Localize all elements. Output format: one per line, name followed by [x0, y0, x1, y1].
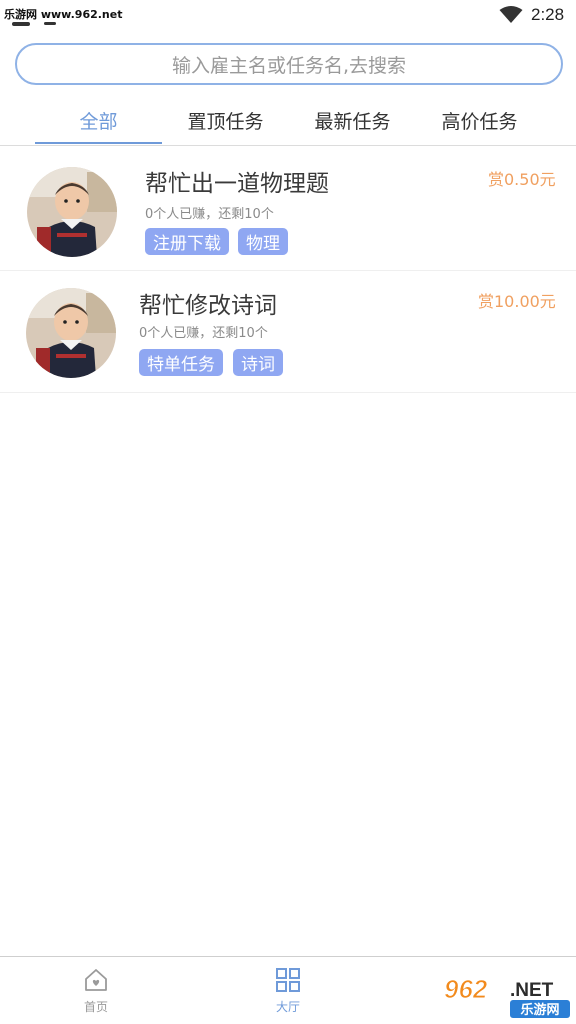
svg-text:.NET: .NET: [510, 980, 554, 1001]
nav-hall-label: 大厅: [275, 1000, 300, 1014]
employer-avatar: [27, 167, 117, 257]
tab-pinned[interactable]: 置顶任务: [162, 96, 289, 144]
tab-all[interactable]: 全部: [35, 96, 162, 144]
task-progress: 0个人已赚，还剩10个: [139, 326, 268, 341]
filter-tabs: 全部 置顶任务 最新任务 高价任务: [0, 96, 576, 146]
wifi-icon: [499, 6, 523, 23]
task-progress: 0个人已赚，还剩10个: [145, 207, 274, 222]
task-tag: 特单任务: [139, 349, 223, 376]
employer-avatar: [26, 288, 116, 378]
nav-hall[interactable]: 大厅: [228, 957, 348, 1024]
nav-home-label: 首页: [83, 1000, 108, 1014]
tab-high-price[interactable]: 高价任务: [416, 96, 543, 144]
nav-home[interactable]: 首页: [36, 957, 156, 1024]
task-title: 帮忙修改诗词: [139, 293, 277, 319]
search-input[interactable]: 输入雇主名或任务名,去搜索: [15, 43, 563, 85]
task-tag: 诗词: [233, 349, 283, 376]
task-list-item[interactable]: 帮忙出一道物理题 赏0.50元 0个人已赚，还剩10个 注册下载 物理: [0, 150, 576, 271]
task-reward: 赏0.50元: [488, 170, 556, 189]
task-list-item[interactable]: 帮忙修改诗词 赏10.00元 0个人已赚，还剩10个 特单任务 诗词: [0, 272, 576, 393]
watermark-logo: 962 .NET 乐游网: [440, 972, 572, 1018]
home-icon: [85, 969, 107, 991]
search-placeholder: 输入雇主名或任务名,去搜索: [171, 54, 407, 77]
task-reward: 赏10.00元: [478, 292, 556, 311]
active-tab-indicator: [35, 142, 162, 144]
svg-text:962: 962: [444, 974, 488, 1004]
svg-text:乐游网: 乐游网: [520, 1002, 559, 1018]
status-clock: 2:28: [531, 5, 565, 24]
task-tag: 物理: [238, 228, 288, 255]
tab-latest[interactable]: 最新任务: [289, 96, 416, 144]
notification-icon-2: [44, 22, 56, 25]
watermark-text: 乐游网 www.962.net: [4, 8, 123, 21]
notification-icon: [12, 22, 30, 26]
task-tag: 注册下载: [145, 228, 229, 255]
grid-icon: [276, 968, 300, 992]
status-bar: 乐游网 www.962.net 2:28: [0, 0, 576, 32]
task-title: 帮忙出一道物理题: [145, 171, 329, 197]
